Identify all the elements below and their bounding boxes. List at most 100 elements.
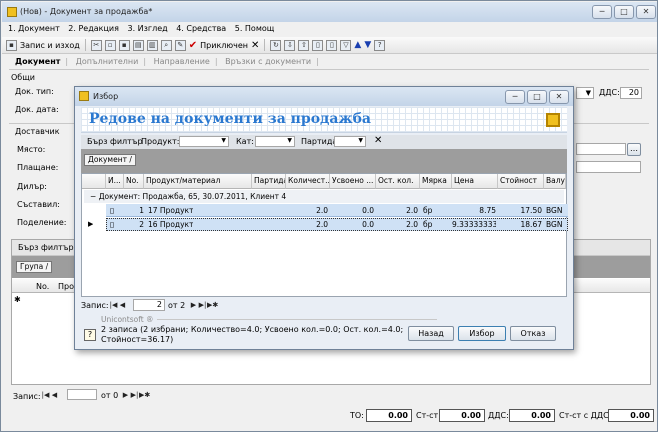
tab-additional[interactable]: Допълнителни [76,57,139,66]
cancel-button[interactable]: Отказ [510,326,556,341]
col-icon-header[interactable]: И... [106,174,124,189]
dialog-record-label: Запис: [81,301,109,310]
menu-bar: 1. Документ 2. Редакция 3. Изглед 4. Сре… [2,22,657,37]
col-price-header[interactable]: Цена [452,174,498,189]
dialog-minimize-button[interactable]: ─ [505,90,525,104]
col-qty-header[interactable]: Количест... [286,174,330,189]
next-record-icon[interactable]: ▶ [121,391,130,400]
minimize-button[interactable]: ─ [592,5,612,19]
tab-direction[interactable]: Направление [154,57,210,66]
find-icon[interactable]: ⌕ [160,39,172,51]
row-done: 0.0 [362,220,374,229]
doc-type-dropdown[interactable]: ▼ [576,87,594,99]
refresh-icon[interactable]: ↻ [270,39,282,51]
row-unit: бр [423,206,433,215]
toolbar: ▪ Запис и изход ✂ ▫ ▪ ▤ ▥ ⌕ ✎ ✔ Приключе… [2,37,657,54]
col-no-header[interactable]: No. [36,282,49,291]
new-record-icon[interactable]: ▶✱ [139,391,150,400]
row-product: 16 Продукт [148,220,194,229]
vat-field[interactable]: 20 [620,87,642,99]
import-icon[interactable]: ⇩ [284,39,296,51]
dialog-close-button[interactable]: ✕ [549,90,569,104]
product-filter-dropdown[interactable]: ▼ [179,136,229,147]
payment-field[interactable] [576,161,641,173]
doc-date-label: Док. дата: [15,105,59,114]
general-section-label: Общи [11,73,35,82]
dialog-new-record-icon[interactable]: ▶✱ [207,301,218,310]
col-currency-header[interactable]: Валу [544,174,566,189]
save-icon[interactable]: ▪ [6,39,17,51]
record-number-field[interactable] [67,389,97,400]
cost-vat-value: 0.00 [608,409,654,422]
collapse-icon[interactable]: − [90,192,96,201]
col-done-header[interactable]: Усвоено ... [330,174,376,189]
dialog-last-record-icon[interactable]: ▶| [198,301,207,310]
export-icon[interactable]: ⇧ [298,39,310,51]
new-doc-icon[interactable]: ▯ [312,39,324,51]
browse-button[interactable]: … [627,143,641,156]
menu-edit[interactable]: 2. Редакция [68,24,119,33]
dialog-maximize-button[interactable]: □ [527,90,547,104]
print-preview-icon[interactable]: ▥ [146,39,158,51]
group-row[interactable]: − Документ: Продажба, 65, 30.07.2011, Кл… [84,190,564,203]
filter-icon[interactable]: ▽ [340,39,352,51]
copy-icon[interactable]: ▫ [104,39,116,51]
place-field[interactable] [576,143,626,155]
save-exit-button[interactable]: Запис и изход [20,41,80,50]
menu-help[interactable]: 5. Помощ [235,24,275,33]
col-unit-header[interactable]: Мярка [420,174,452,189]
tab-links[interactable]: Връзки с документи [225,57,311,66]
first-record-icon[interactable]: |◀ [41,391,50,400]
menu-document[interactable]: 1. Документ [8,24,60,33]
row-value: 17.50 [520,206,542,215]
print-icon[interactable]: ▤ [132,39,144,51]
prev-record-icon[interactable]: ◀ [50,391,59,400]
dialog-next-record-icon[interactable]: ▶ [189,301,198,310]
last-record-icon[interactable]: ▶| [130,391,139,400]
clear-filter-icon[interactable]: ✕ [374,135,382,146]
new-row-marker: ✱ [14,295,21,304]
menu-view[interactable]: 3. Изглед [127,24,167,33]
dialog-record-field[interactable]: 2 [133,299,165,311]
help-icon[interactable]: ? [84,329,96,341]
dialog-quick-filter[interactable]: Бърз филтър [87,137,143,146]
dialog-prev-record-icon[interactable]: ◀ [118,301,127,310]
cut-icon[interactable]: ✂ [90,39,102,51]
apply-button[interactable]: Приключен [200,41,248,50]
col-product-header[interactable]: Продукт/материал [144,174,252,189]
quick-filter-button[interactable]: Бърз филтър [18,243,74,252]
delete-icon[interactable]: ✕ [251,40,259,51]
col-batch-header[interactable]: Партида [252,174,286,189]
menu-tools[interactable]: 4. Средства [176,24,226,33]
vat-total-value: 0.00 [509,409,555,422]
dialog-first-record-icon[interactable]: |◀ [109,301,118,310]
payment-label: Плащане: [17,163,59,172]
dialog-record-navigator: Запис: |◀ ◀ 2 от 2 ▶ ▶|▶✱ [81,299,567,313]
group-by-chip[interactable]: Документ / [84,154,136,166]
vat-total-label: ДДС: [488,411,509,420]
edit-icon[interactable]: ✎ [174,39,186,51]
copy-doc-icon[interactable]: ▯ [326,39,338,51]
row-indicator-header [82,174,106,189]
col-no-header[interactable]: No. [124,174,144,189]
batch-filter-dropdown[interactable]: ▼ [334,136,366,147]
cat-filter-dropdown[interactable]: ▼ [255,136,295,147]
group-chip[interactable]: Група / [16,261,53,273]
help-icon[interactable]: ? [374,39,386,51]
select-button[interactable]: Избор [458,326,506,341]
col-value-header[interactable]: Стойност [498,174,544,189]
col-rest-header[interactable]: Ост. кол. [376,174,420,189]
close-button[interactable]: ✕ [636,5,656,19]
paste-icon[interactable]: ▪ [118,39,130,51]
tab-document[interactable]: Документ [15,57,60,66]
cost-value: 0.00 [439,409,485,422]
maximize-button[interactable]: □ [614,5,634,19]
move-down-icon[interactable]: ▼ [364,40,371,50]
dialog-header: Редове на документи за продажба [81,107,567,133]
group-by-label: Документ [88,155,127,164]
move-up-icon[interactable]: ▲ [354,40,361,50]
cat-filter-label: Кат: [236,137,254,146]
back-button[interactable]: Назад [408,326,454,341]
check-icon[interactable]: ✔ [189,40,197,51]
app-icon [7,7,17,17]
